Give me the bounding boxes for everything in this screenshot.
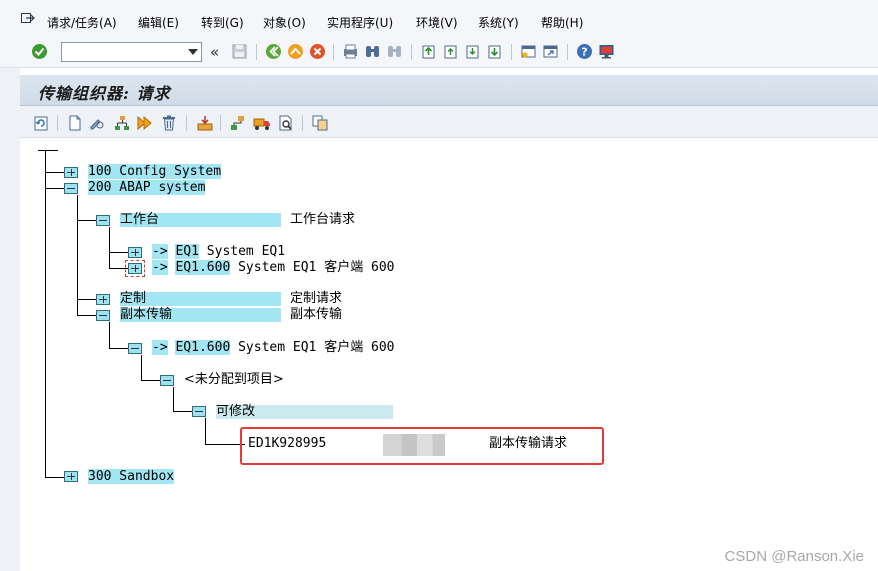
tree-collapse-toggle[interactable] [160,375,174,386]
tree-node-client-100[interactable]: 100 Config System [88,164,222,179]
tree-collapse-toggle[interactable] [192,406,206,417]
truck-icon[interactable] [253,114,271,132]
display-log-icon[interactable] [277,114,295,132]
next-page-icon[interactable] [464,43,481,60]
tree-node-workbench[interactable]: 工作台 [120,213,281,227]
delete-icon[interactable] [160,114,178,132]
tree-expand-toggle[interactable] [64,167,78,178]
menu-goto[interactable]: 转到(G) [201,14,244,31]
transport-request-tree: 100 Config System 200 ABAP system 工作台 工作… [20,139,878,571]
chevron-down-icon[interactable] [188,49,198,55]
tree-expand-toggle[interactable] [64,471,78,482]
hierarchy-icon[interactable] [113,114,131,132]
collapse-command-icon[interactable]: « [210,43,219,61]
customize-layout-icon[interactable] [598,43,615,60]
find-icon[interactable] [364,43,381,60]
refresh-icon[interactable] [32,114,50,132]
standard-toolbar: « ? [0,38,878,68]
last-page-icon[interactable] [486,43,503,60]
print-icon[interactable] [342,43,359,60]
change-display-icon[interactable] [88,114,106,132]
tree-expand-toggle[interactable] [125,260,145,277]
title-bar: 传输组织器: 请求 [20,75,878,106]
tree-node-client-200[interactable]: 200 ABAP system [88,180,206,195]
find-next-icon[interactable] [386,43,403,60]
new-session-icon[interactable] [520,43,537,60]
save-icon[interactable] [231,43,248,60]
menu-request-task[interactable]: 请求/任务(A) [47,14,117,31]
tree-node-client-300[interactable]: 300 Sandbox [88,469,175,484]
menu-system[interactable]: 系统(Y) [478,14,519,31]
create-shortcut-icon[interactable] [542,43,559,60]
first-page-icon[interactable] [420,43,437,60]
application-toolbar [20,106,878,138]
enter-check-icon[interactable] [31,43,48,60]
command-input[interactable] [62,43,180,61]
tree-collapse-toggle[interactable] [96,215,110,226]
menu-bar: 请求/任务(A) 编辑(E) 转到(G) 对象(O) 实用程序(U) 环境(V)… [0,0,878,40]
highlight-annotation [240,427,604,465]
copy-request-icon[interactable] [311,114,329,132]
command-field[interactable] [61,42,202,62]
tree-node-customizing-desc: 定制请求 [290,291,343,306]
tree-node-copy-target[interactable]: -> EQ1.600 System EQ1 客户端 600 [152,340,395,355]
back-icon[interactable] [265,43,282,60]
transport-tree-icon[interactable] [229,114,247,132]
cancel-icon[interactable] [309,43,326,60]
menu-edit[interactable]: 编辑(E) [138,14,179,31]
tree-expand-toggle[interactable] [96,294,110,305]
watermark: CSDN @Ranson.Xie [724,548,864,565]
previous-page-icon[interactable] [442,43,459,60]
svg-text:?: ? [581,46,587,59]
tree-node-target-eq1-600[interactable]: -> EQ1.600 System EQ1 客户端 600 [152,260,395,275]
menu-exit-icon[interactable] [21,12,35,24]
tree-node-transport-copy-desc: 副本传输 [290,307,343,322]
tree-expand-toggle[interactable] [128,247,142,258]
tree-collapse-toggle[interactable] [96,310,110,321]
page-title: 传输组织器: 请求 [38,84,171,103]
create-request-icon[interactable] [66,114,84,132]
exit-icon[interactable] [287,43,304,60]
help-icon[interactable]: ? [576,43,593,60]
menu-object[interactable]: 对象(O) [263,14,306,31]
tree-node-workbench-desc: 工作台请求 [290,212,356,227]
menu-environment[interactable]: 环境(V) [416,14,458,31]
tree-node-customizing[interactable]: 定制 [120,292,281,306]
menu-utilities[interactable]: 实用程序(U) [327,14,393,31]
tree-collapse-toggle[interactable] [64,183,78,194]
tree-node-target-eq1[interactable]: -> EQ1 System EQ1 [152,244,285,259]
tree-node-modifiable[interactable]: 可修改 [216,405,393,419]
menu-help[interactable]: 帮助(H) [541,14,583,31]
left-margin [0,68,20,571]
include-objects-icon[interactable] [196,114,214,132]
tree-node-transport-copy[interactable]: 副本传输 [120,308,281,322]
release-icon[interactable] [136,114,154,132]
tree-node-unassigned[interactable]: <未分配到项目> [184,373,284,387]
tree-collapse-toggle[interactable] [128,343,142,354]
